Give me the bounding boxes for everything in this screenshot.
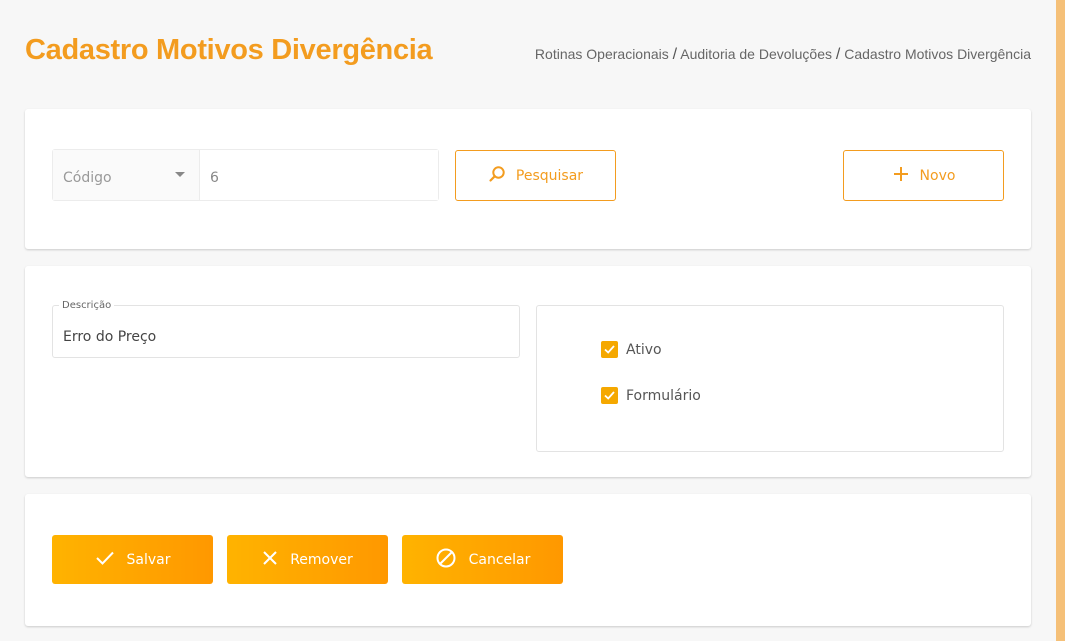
search-button-label: Pesquisar <box>515 167 584 184</box>
search-group: Código <box>52 149 439 201</box>
checkbox-checked-icon[interactable] <box>601 341 618 358</box>
scrollbar[interactable] <box>1056 0 1065 641</box>
breadcrumb-item-auditoria[interactable]: Auditoria de Devoluções <box>680 46 832 62</box>
checkbox-checked-icon[interactable] <box>601 387 618 404</box>
search-card: Código Pesquisar Novo <box>25 109 1031 249</box>
plus-icon <box>892 165 910 187</box>
save-button-label: Salvar <box>126 551 171 568</box>
checkbox-ativo-label: Ativo <box>626 341 662 358</box>
search-field-select[interactable]: Código <box>53 150 200 200</box>
check-icon <box>95 550 115 570</box>
new-button[interactable]: Novo <box>843 150 1004 201</box>
checkbox-formulario-label: Formulário <box>626 387 701 404</box>
form-card: Descrição Erro do Preço Ativo Formulário <box>25 266 1031 477</box>
checkbox-ativo[interactable]: Ativo <box>601 341 662 358</box>
cancel-button[interactable]: Cancelar <box>402 535 563 584</box>
actions-card: Salvar Remover Cancelar <box>25 494 1031 626</box>
breadcrumb-item-rotinas[interactable]: Rotinas Operacionais <box>535 46 669 62</box>
breadcrumb-separator: / <box>672 46 678 63</box>
cancel-button-label: Cancelar <box>468 551 531 568</box>
options-box: Ativo Formulário <box>536 305 1004 452</box>
search-icon <box>488 165 506 187</box>
close-icon <box>262 550 278 570</box>
page-title: Cadastro Motivos Divergência <box>25 34 433 66</box>
caret-down-icon <box>175 172 185 177</box>
save-button[interactable]: Salvar <box>52 535 213 584</box>
breadcrumb-separator: / <box>835 46 841 63</box>
breadcrumb: Rotinas Operacionais / Auditoria de Devo… <box>535 46 1031 64</box>
remove-button[interactable]: Remover <box>227 535 388 584</box>
new-button-label: Novo <box>919 167 956 184</box>
search-input[interactable] <box>200 150 438 200</box>
breadcrumb-item-current: Cadastro Motivos Divergência <box>844 46 1031 62</box>
ban-icon <box>435 547 457 573</box>
description-value[interactable]: Erro do Preço <box>63 329 156 345</box>
description-field[interactable]: Descrição Erro do Preço <box>52 300 520 358</box>
remove-button-label: Remover <box>290 551 353 568</box>
search-button[interactable]: Pesquisar <box>455 150 616 201</box>
search-field-select-value: Código <box>63 170 112 186</box>
description-label: Descrição <box>59 300 115 311</box>
checkbox-formulario[interactable]: Formulário <box>601 387 701 404</box>
